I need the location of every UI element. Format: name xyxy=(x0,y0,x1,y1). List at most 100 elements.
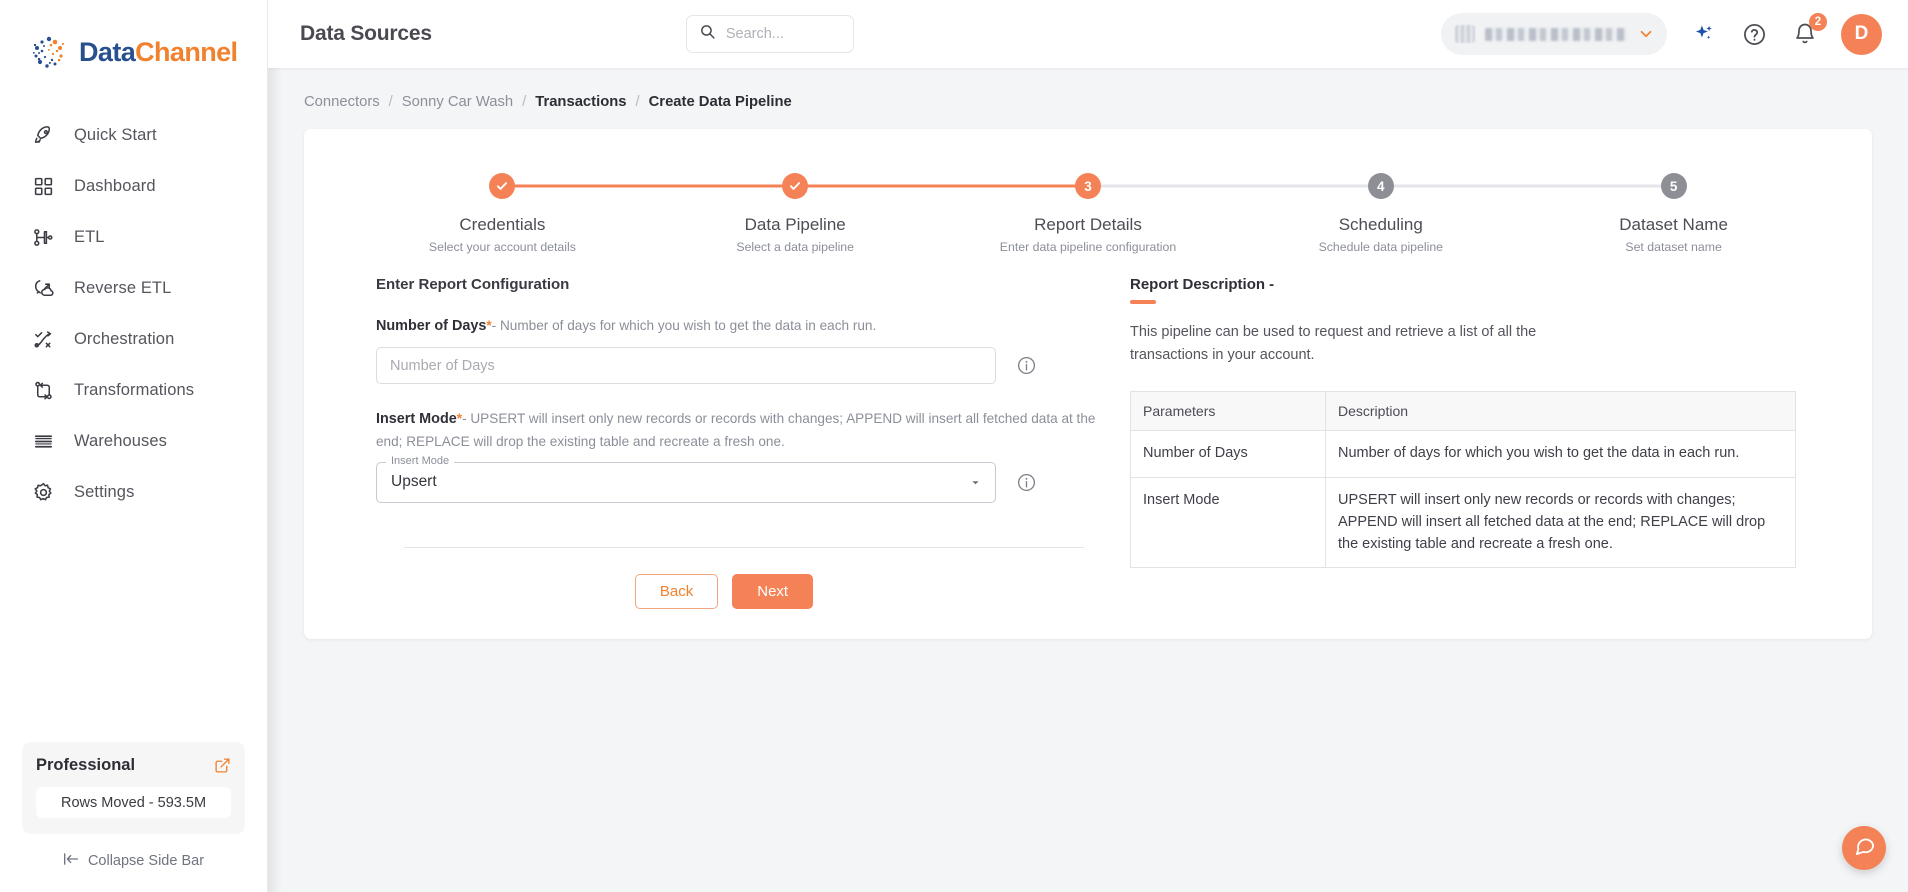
step-subtitle: Schedule data pipeline xyxy=(1318,240,1443,254)
step-report-details[interactable]: 3 Report Details Enter data pipeline con… xyxy=(941,169,1235,254)
plan-card: Professional Rows Moved - 593.5M xyxy=(22,742,245,834)
transformations-icon xyxy=(30,378,56,404)
chat-bubble-icon xyxy=(1853,834,1876,862)
orchestration-icon xyxy=(30,327,56,353)
sidebar-item-label: Dashboard xyxy=(74,177,156,195)
breadcrumb: Connectors / Sonny Car Wash / Transactio… xyxy=(268,68,1908,110)
step-title: Data Pipeline xyxy=(744,215,846,234)
logo[interactable]: DataChannel xyxy=(0,0,267,104)
sidebar-item-label: Settings xyxy=(74,483,135,501)
step-subtitle: Select your account details xyxy=(428,240,576,254)
step-title: Credentials xyxy=(459,215,546,234)
step-title: Dataset Name xyxy=(1619,215,1728,234)
notifications-bell-icon[interactable]: 2 xyxy=(1790,13,1827,49)
insert-mode-value: Upsert xyxy=(391,473,437,491)
step-scheduling[interactable]: 4 Scheduling Schedule data pipeline xyxy=(1234,169,1528,254)
chevron-down-icon xyxy=(1637,25,1655,43)
sidebar-item-label: Reverse ETL xyxy=(74,279,172,297)
report-description-title: Report Description - xyxy=(1130,276,1275,293)
main-area: Data Sources Search... 2 D Connectors / … xyxy=(268,0,1908,892)
sidebar-item-label: Warehouses xyxy=(74,432,168,450)
table-row: Number of Days Number of days for which … xyxy=(1130,430,1796,479)
sidebar-item-etl[interactable]: ETL xyxy=(0,212,267,263)
table-header-parameters: Parameters xyxy=(1130,391,1326,432)
table-header-row: Parameters Description xyxy=(1130,391,1796,432)
back-button[interactable]: Back xyxy=(634,573,719,609)
step-subtitle: Select a data pipeline xyxy=(736,240,854,254)
account-name xyxy=(1485,27,1627,41)
avatar[interactable]: D xyxy=(1841,13,1882,55)
rocket-icon xyxy=(30,123,56,149)
table-row: Insert Mode UPSERT will insert only new … xyxy=(1130,477,1796,568)
step-dataset-name[interactable]: 5 Dataset Name Set dataset name xyxy=(1527,169,1820,254)
report-description-body: This pipeline can be used to request and… xyxy=(1130,324,1537,364)
insert-mode-label: Insert Mode*- UPSERT will insert only ne… xyxy=(376,408,1100,451)
warehouse-icon xyxy=(30,429,56,455)
wizard-actions: Back Next xyxy=(348,573,1100,609)
parameters-table: Parameters Description Number of Days Nu… xyxy=(1130,391,1796,569)
report-description-panel: Report Description - This pipeline can b… xyxy=(1130,276,1836,609)
step-indicator-done xyxy=(489,173,516,199)
sidebar-item-orchestration[interactable]: Orchestration xyxy=(0,314,267,365)
sidebar-item-label: ETL xyxy=(74,228,105,246)
rows-moved-badge: Rows Moved - 593.5M xyxy=(36,787,231,818)
insert-mode-label-text: Insert Mode xyxy=(376,411,457,428)
sidebar-item-transformations[interactable]: Transformations xyxy=(0,365,267,416)
insert-mode-select[interactable]: Insert Mode Upsert xyxy=(376,454,996,503)
breadcrumb-separator: / xyxy=(388,94,393,110)
search-icon xyxy=(699,23,716,45)
number-of-days-label: Number of Days*- Number of days for whic… xyxy=(376,315,1100,337)
insert-mode-hint: - UPSERT will insert only new records or… xyxy=(376,411,1096,449)
chat-support-button[interactable] xyxy=(1842,826,1886,870)
step-subtitle: Enter data pipeline configuration xyxy=(999,240,1177,254)
step-connector xyxy=(1527,184,1674,188)
step-indicator-todo: 4 xyxy=(1367,173,1394,199)
wizard-body: Enter Report Configuration Number of Day… xyxy=(304,276,1872,609)
step-data-pipeline[interactable]: Data Pipeline Select a data pipeline xyxy=(648,169,942,254)
account-avatar-icon xyxy=(1455,25,1475,43)
sidebar-item-settings[interactable]: Settings xyxy=(0,467,267,518)
breadcrumb-item-transactions[interactable]: Transactions xyxy=(535,94,626,110)
account-selector[interactable] xyxy=(1441,13,1667,55)
etl-icon xyxy=(30,225,56,251)
sidebar-edge-shadow xyxy=(268,0,282,892)
step-subtitle: Set dataset name xyxy=(1625,240,1722,254)
reverse-etl-icon xyxy=(30,276,56,302)
number-of-days-label-text: Number of Days xyxy=(376,318,487,334)
form-section-title: Enter Report Configuration xyxy=(376,276,570,293)
help-icon[interactable] xyxy=(1739,19,1769,49)
external-link-icon[interactable] xyxy=(214,757,231,774)
breadcrumb-item-sonny-car-wash[interactable]: Sonny Car Wash xyxy=(402,94,513,110)
collapse-arrow-icon xyxy=(63,852,80,870)
table-cell-parameter: Number of Days xyxy=(1130,430,1326,479)
sidebar-item-reverse-etl[interactable]: Reverse ETL xyxy=(0,263,267,314)
step-indicator-todo: 5 xyxy=(1660,173,1687,199)
table-cell-parameter: Insert Mode xyxy=(1130,477,1326,568)
number-of-days-input[interactable] xyxy=(376,347,996,385)
step-indicator-current: 3 xyxy=(1074,173,1101,199)
sidebar-nav: Quick Start Dashboard ETL Reverse ETL Or… xyxy=(0,104,267,518)
search-input[interactable]: Search... xyxy=(685,15,854,53)
ai-sparkle-icon[interactable] xyxy=(1688,19,1718,49)
search-placeholder: Search... xyxy=(725,26,784,42)
step-credentials[interactable]: Credentials Select your account details xyxy=(356,169,649,254)
logo-text-channel: Channel xyxy=(135,36,238,67)
sidebar-item-warehouses[interactable]: Warehouses xyxy=(0,416,267,467)
form-divider xyxy=(404,546,1084,548)
sidebar-item-quick-start[interactable]: Quick Start xyxy=(0,110,267,161)
number-of-days-row xyxy=(376,347,1100,385)
next-button[interactable]: Next xyxy=(732,573,814,609)
step-indicator-done xyxy=(782,173,809,199)
logo-text-data: Data xyxy=(79,36,136,67)
step-title: Scheduling xyxy=(1338,215,1423,234)
sidebar-item-dashboard[interactable]: Dashboard xyxy=(0,161,267,212)
insert-mode-float-label: Insert Mode xyxy=(386,454,455,467)
info-icon[interactable] xyxy=(1016,472,1037,493)
info-icon[interactable] xyxy=(1016,355,1037,376)
collapse-sidebar-button[interactable]: Collapse Side Bar xyxy=(22,852,245,870)
step-title: Report Details xyxy=(1034,215,1142,234)
number-of-days-hint: - Number of days for which you wish to g… xyxy=(491,318,877,333)
sidebar: DataChannel Quick Start Dashboard ETL Re… xyxy=(0,0,268,892)
breadcrumb-item-connectors[interactable]: Connectors xyxy=(304,94,380,110)
collapse-sidebar-label: Collapse Side Bar xyxy=(87,853,205,869)
